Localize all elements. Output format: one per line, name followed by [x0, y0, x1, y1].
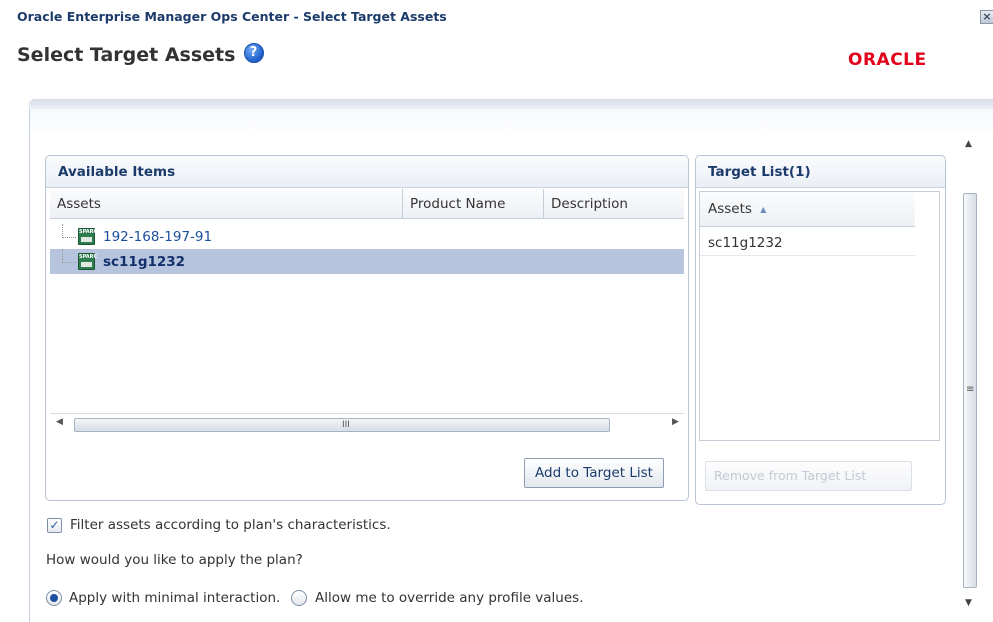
close-icon[interactable]: ×	[980, 10, 993, 24]
target-list-title: Target List(1)	[696, 156, 945, 188]
scroll-up-icon[interactable]: ▲	[965, 139, 972, 149]
available-items-title: Available Items	[46, 156, 688, 188]
add-to-target-list-button[interactable]: Add to Target List	[524, 458, 664, 488]
available-items-panel: Available Items Assets Product Name Desc…	[45, 155, 689, 501]
table-row[interactable]: sc11g1232	[700, 228, 915, 256]
scroll-grip: III	[342, 420, 350, 430]
column-header-description[interactable]: Description	[544, 189, 684, 219]
scroll-left-icon[interactable]: ◀	[56, 417, 63, 427]
tree-connector	[62, 223, 76, 238]
column-header-product-name[interactable]: Product Name	[403, 189, 544, 219]
radio-minimal-interaction[interactable]	[46, 590, 62, 606]
tree-connector	[62, 248, 76, 263]
scroll-grip: ≡	[966, 384, 975, 395]
radio-override-profile[interactable]	[291, 590, 307, 606]
page-header: Select Target Assets ?	[17, 43, 264, 74]
horizontal-scrollbar[interactable]: ◀ III ▶	[50, 413, 684, 435]
scroll-right-icon[interactable]: ▶	[672, 417, 679, 427]
target-list-table-header: Assets ▲	[700, 192, 915, 227]
available-items-table-header: Assets Product Name Description	[50, 189, 684, 219]
vertical-scrollbar[interactable]: ▲ ≡ ▼	[961, 137, 979, 614]
radio-minimal-label: Apply with minimal interaction.	[69, 590, 281, 606]
sparc-server-icon: SPARC	[78, 253, 97, 270]
target-list-panel: Target List(1) Assets ▲ sc11g1232 Remove…	[695, 155, 946, 505]
filter-assets-checkbox[interactable]: ✓	[47, 518, 62, 533]
sparc-server-icon: SPARC	[78, 228, 97, 245]
help-icon[interactable]: ?	[243, 43, 264, 63]
table-row-selected[interactable]: SPARC sc11g1232	[50, 248, 684, 274]
sort-ascending-icon: ▲	[760, 204, 767, 214]
column-header-assets[interactable]: Assets	[50, 189, 403, 219]
vertical-scroll-thumb[interactable]: ≡	[963, 193, 977, 588]
window-titlebar: Oracle Enterprise Manager Ops Center - S…	[0, 0, 993, 36]
target-list-table: Assets ▲ sc11g1232	[699, 191, 940, 441]
scroll-down-icon[interactable]: ▼	[965, 598, 972, 608]
horizontal-scroll-thumb[interactable]: III	[74, 418, 610, 432]
content-frame-topbar	[29, 99, 993, 109]
remove-from-target-list-button[interactable]: Remove from Target List	[705, 461, 912, 491]
target-asset-name: sc11g1232	[708, 235, 783, 251]
oracle-logo: ORACLE	[848, 50, 927, 70]
radio-override-label: Allow me to override any profile values.	[315, 590, 584, 606]
asset-link[interactable]: 192-168-197-91	[103, 229, 212, 245]
filter-assets-label: Filter assets according to plan's charac…	[70, 517, 391, 533]
table-row[interactable]: SPARC 192-168-197-91	[50, 223, 684, 249]
window-title: Oracle Enterprise Manager Ops Center - S…	[17, 9, 447, 24]
column-header-target-assets[interactable]: Assets ▲	[708, 201, 766, 217]
page-title: Select Target Assets	[17, 44, 236, 66]
apply-plan-question: How would you like to apply the plan?	[46, 552, 303, 568]
asset-link[interactable]: sc11g1232	[103, 254, 185, 270]
